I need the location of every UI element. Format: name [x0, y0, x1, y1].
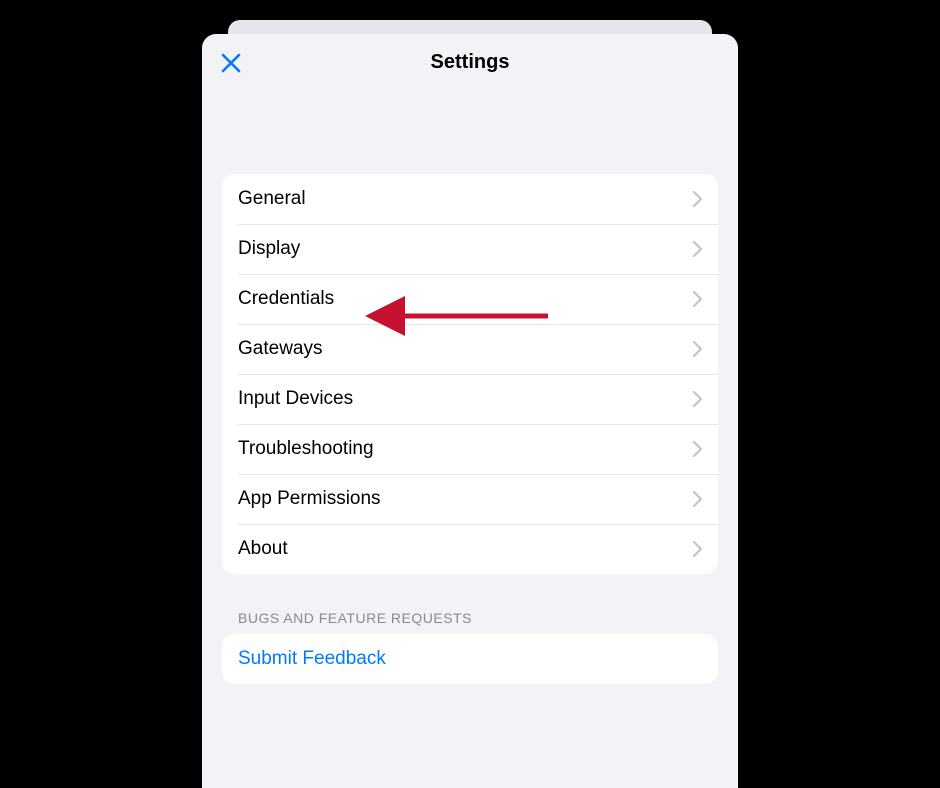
content: General Display Credentials — [202, 174, 738, 684]
settings-item-label: Input Devices — [238, 388, 353, 410]
settings-group: General Display Credentials — [222, 174, 718, 574]
chevron-right-icon — [692, 491, 702, 507]
feedback-group: Submit Feedback — [222, 634, 718, 684]
feedback-card: Submit Feedback — [222, 634, 718, 684]
settings-item-label: Gateways — [238, 338, 322, 360]
submit-feedback-label: Submit Feedback — [238, 648, 386, 670]
settings-item-label: About — [238, 538, 288, 560]
settings-item-label: Troubleshooting — [238, 438, 374, 460]
chevron-right-icon — [692, 341, 702, 357]
chevron-right-icon — [692, 241, 702, 257]
settings-sheet: Settings General Display — [202, 34, 738, 788]
settings-item-troubleshooting[interactable]: Troubleshooting — [222, 424, 718, 474]
settings-item-label: General — [238, 188, 306, 210]
stage: Settings General Display — [0, 0, 940, 788]
settings-item-credentials[interactable]: Credentials — [222, 274, 718, 324]
feedback-section-header: Bugs and Feature Requests — [222, 610, 718, 634]
settings-item-general[interactable]: General — [222, 174, 718, 224]
page-title: Settings — [431, 51, 510, 74]
close-button[interactable] — [216, 48, 246, 78]
settings-item-label: Display — [238, 238, 300, 260]
chevron-right-icon — [692, 441, 702, 457]
settings-item-input-devices[interactable]: Input Devices — [222, 374, 718, 424]
submit-feedback-button[interactable]: Submit Feedback — [222, 634, 718, 684]
settings-item-display[interactable]: Display — [222, 224, 718, 274]
settings-item-label: App Permissions — [238, 488, 381, 510]
chevron-right-icon — [692, 291, 702, 307]
settings-item-app-permissions[interactable]: App Permissions — [222, 474, 718, 524]
settings-item-label: Credentials — [238, 288, 334, 310]
nav-bar: Settings — [202, 34, 738, 90]
chevron-right-icon — [692, 191, 702, 207]
chevron-right-icon — [692, 391, 702, 407]
settings-item-gateways[interactable]: Gateways — [222, 324, 718, 374]
chevron-right-icon — [692, 541, 702, 557]
settings-item-about[interactable]: About — [222, 524, 718, 574]
close-icon — [220, 52, 242, 74]
settings-card: General Display Credentials — [222, 174, 718, 574]
